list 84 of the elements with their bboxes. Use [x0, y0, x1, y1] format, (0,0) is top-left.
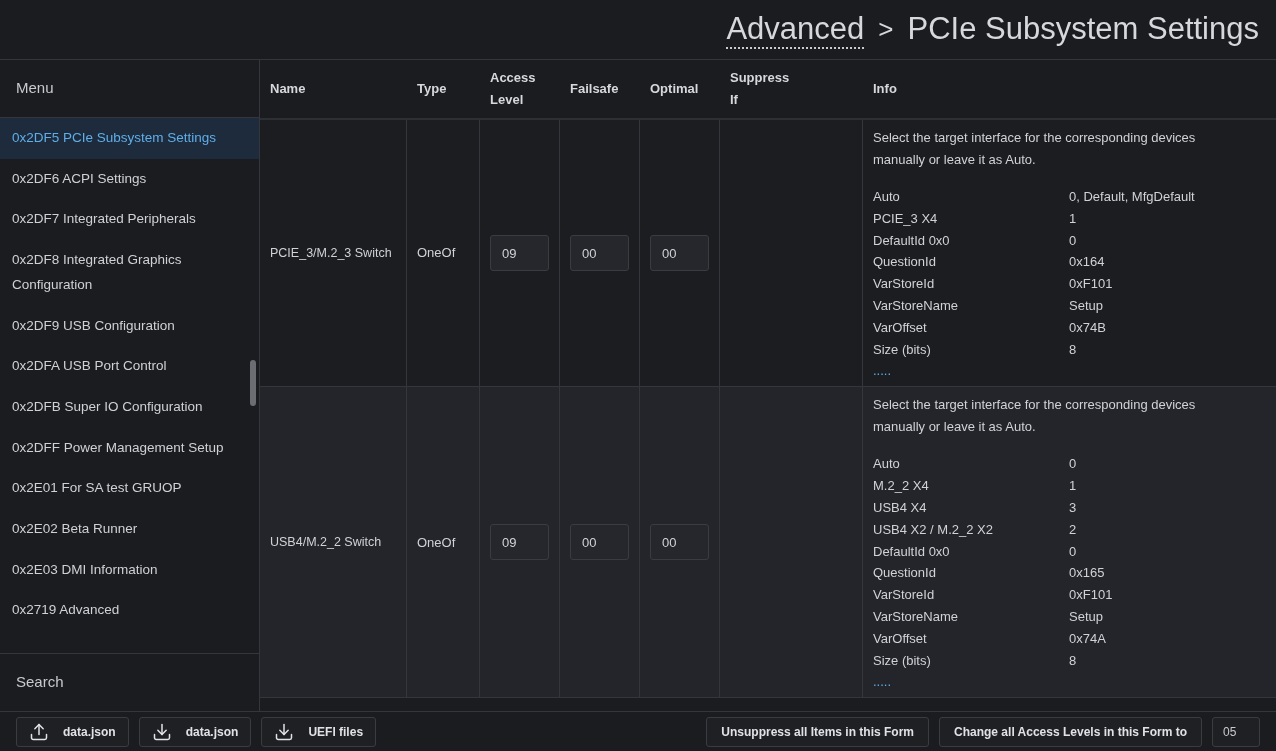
info-value: 0x74B — [1069, 318, 1106, 337]
info-key: DefaultId 0x0 — [873, 229, 1069, 252]
info-key: Size (bits) — [873, 338, 1069, 361]
menu-item[interactable]: 0x2DFA USB Port Control — [0, 346, 259, 387]
column-header: Type — [417, 80, 448, 98]
info-value: 8 — [1069, 651, 1077, 670]
change-access-button[interactable]: Change all Access Levels in this Form to — [939, 716, 1202, 747]
info-key: Auto — [873, 453, 1069, 476]
more-link[interactable]: ..... — [873, 363, 892, 379]
menu-item[interactable]: 0x2DF8 Integrated Graphics Configuration — [0, 240, 259, 306]
menu-item[interactable]: 0x2DF7 Integrated Peripherals — [0, 199, 259, 241]
info-value: 0xF101 — [1069, 275, 1113, 294]
info-value: 0x165 — [1069, 564, 1105, 583]
info-value: 3 — [1069, 498, 1077, 517]
info-value: 0xF101 — [1069, 586, 1113, 605]
info-key: QuestionId — [873, 562, 1069, 585]
info-description: Select the target interface for the corresponding devices manually or leave it as Auto. — [873, 129, 1197, 169]
info-description: Select the target interface for the corresponding devices manually or leave it as Auto. — [873, 396, 1197, 437]
value-field[interactable]: 00 — [570, 524, 629, 561]
access-level-field[interactable]: 05 — [1212, 716, 1260, 747]
menu-item[interactable]: 0x2719 Advanced — [0, 590, 259, 632]
menu-item[interactable]: 0x2E01 For SA test GRUOP — [0, 468, 259, 510]
download-button[interactable]: data.json — [138, 716, 252, 747]
value-field[interactable]: 09 — [490, 524, 549, 561]
menu-item[interactable]: 0x2E03 DMI Information — [0, 549, 259, 591]
info-value: 0 — [1069, 542, 1077, 561]
info-key: VarOffset — [873, 627, 1069, 650]
column-header: Suppress If — [730, 69, 790, 109]
column-header: Info — [873, 80, 898, 98]
table-cell-text: USB4/M.2_2 Switch — [270, 534, 382, 551]
info-key: VarOffset — [873, 316, 1069, 339]
search-label: Search — [16, 672, 64, 693]
info-key: USB4 X2 / M.2_2 X2 — [873, 518, 1069, 541]
info-value: 0x74A — [1069, 629, 1106, 648]
info-key: DefaultId 0x0 — [873, 540, 1069, 563]
upload-button[interactable]: data.json — [16, 716, 129, 747]
more-link[interactable]: ..... — [873, 674, 892, 690]
info-value: 0 — [1069, 231, 1077, 250]
table-cell-text: PCIE_3/M.2_3 Switch — [270, 244, 392, 262]
info-key: VarStoreName — [873, 295, 1069, 317]
info-value: 0x164 — [1069, 253, 1105, 272]
info-key: M.2_2 X4 — [873, 475, 1069, 497]
column-header: Optimal — [650, 80, 700, 98]
menu-item[interactable]: 0x2DFF Power Management Setup — [0, 427, 259, 469]
value-field[interactable]: 09 — [490, 235, 549, 272]
menu-item[interactable]: 0x2DFB Super IO Configuration — [0, 386, 259, 428]
column-header: Access Level — [490, 69, 537, 109]
upload-icon — [29, 721, 49, 742]
table-cell-text: OneOf — [417, 244, 456, 263]
menu-item[interactable]: 0x2DF5 PCIe Subsystem Settings — [0, 118, 259, 159]
menu-item[interactable]: 0x2DF9 USB Configuration — [0, 305, 259, 347]
value-field[interactable]: 00 — [650, 235, 709, 272]
breadcrumb-link[interactable]: Advanced — [726, 10, 865, 49]
column-header: Name — [270, 80, 307, 98]
info-value: 2 — [1069, 520, 1077, 539]
value-field[interactable]: 00 — [650, 524, 709, 561]
breadcrumb-separator: > — [878, 13, 894, 46]
download-icon — [274, 721, 295, 742]
info-key: Size (bits) — [873, 649, 1069, 672]
info-value: Setup — [1069, 297, 1103, 315]
info-key: USB4 X4 — [873, 496, 1069, 519]
download-icon — [151, 721, 172, 742]
download-button[interactable]: UEFI files — [261, 716, 377, 747]
info-value: 1 — [1069, 477, 1077, 496]
page-title: PCIe Subsystem Settings — [907, 10, 1259, 49]
menu-item[interactable]: 0x2DF6 ACPI Settings — [0, 158, 259, 200]
info-key: PCIE_3 X4 — [873, 207, 1069, 230]
menu-title: Menu — [16, 78, 54, 99]
scrollbar-thumb[interactable] — [250, 360, 256, 406]
info-key: VarStoreId — [873, 273, 1069, 295]
menu-item[interactable]: 0x2E02 Beta Runner — [0, 509, 259, 550]
info-key: QuestionId — [873, 251, 1069, 274]
info-value: 1 — [1069, 209, 1077, 228]
info-value: Setup — [1069, 607, 1103, 626]
info-key: VarStoreId — [873, 584, 1069, 606]
info-value: 0 — [1069, 455, 1077, 474]
value-field[interactable]: 00 — [570, 235, 629, 272]
info-key: VarStoreName — [873, 605, 1069, 628]
info-value: 8 — [1069, 340, 1077, 359]
table-cell-text: OneOf — [417, 533, 456, 552]
info-key: Auto — [873, 186, 1069, 208]
info-value: 0, Default, MfgDefault — [1069, 188, 1195, 206]
unsuppress-button[interactable]: Unsuppress all Items in this Form — [706, 716, 930, 747]
column-header: Failsafe — [570, 80, 620, 98]
